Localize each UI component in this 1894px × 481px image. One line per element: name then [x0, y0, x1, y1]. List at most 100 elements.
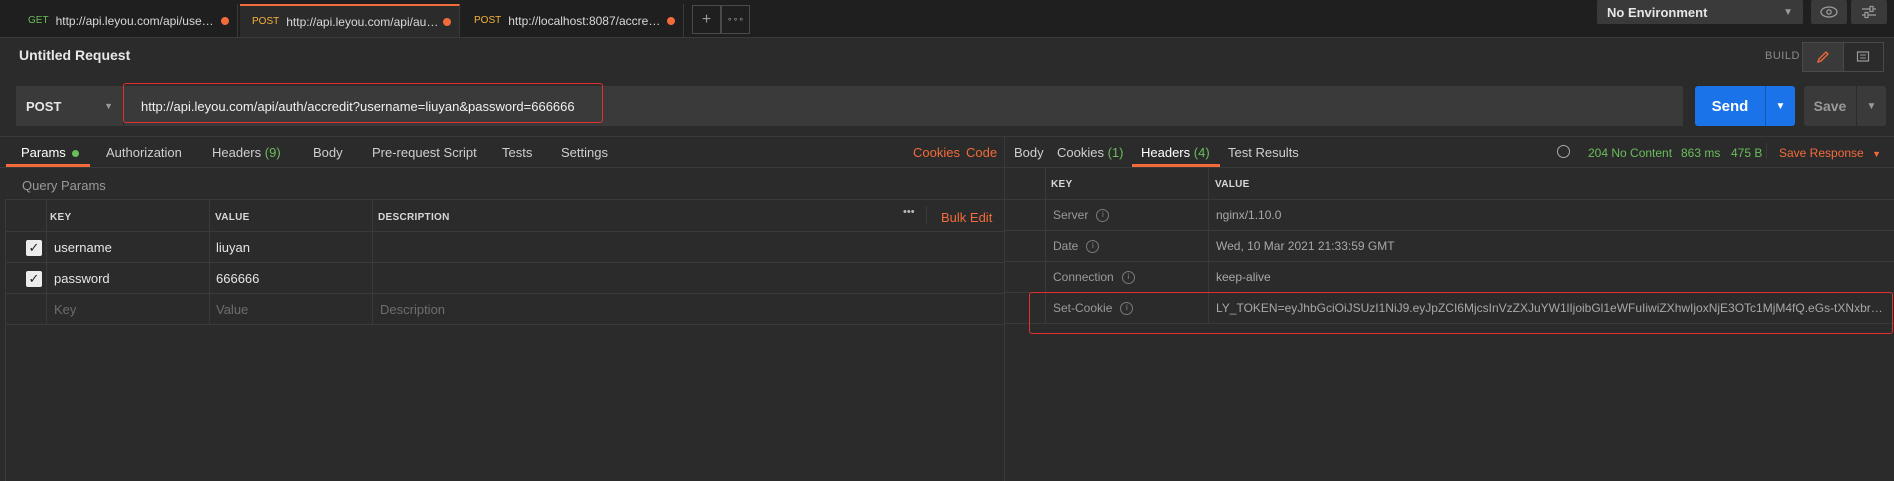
tab-params[interactable]: Params: [21, 145, 80, 160]
send-options-button[interactable]: ▼: [1765, 86, 1795, 126]
request-tab-2[interactable]: POST http://api.leyou.com/api/auth/...: [240, 4, 460, 37]
tab-headers-label: Headers: [212, 145, 262, 160]
comment-icon: [1857, 51, 1870, 62]
unsaved-dot-icon: [221, 16, 229, 25]
bulk-edit-button[interactable]: Bulk Edit: [941, 210, 992, 225]
tab-authorization[interactable]: Authorization: [106, 145, 182, 160]
build-mode-label: BUILD: [1765, 50, 1800, 62]
new-param-value-input[interactable]: Value: [216, 302, 248, 317]
request-tab-1[interactable]: GET http://api.leyou.com/api/user/q...: [16, 4, 238, 37]
tab-url-label: http://api.leyou.com/api/user/q...: [55, 13, 217, 28]
tab-tests[interactable]: Tests: [502, 145, 532, 160]
pane-splitter[interactable]: [1004, 137, 1005, 481]
more-icon: ∘∘∘: [727, 14, 744, 24]
chevron-down-icon: ▼: [1872, 149, 1881, 159]
chevron-down-icon: ▼: [104, 101, 113, 111]
info-icon[interactable]: i: [1121, 270, 1135, 284]
row-divider: [5, 262, 1004, 263]
response-time: 863 ms: [1681, 146, 1721, 160]
set-cookie-highlight-annotation: [1029, 292, 1893, 334]
response-header-value: keep-alive: [1216, 270, 1271, 284]
unsaved-dot-icon: [667, 16, 675, 25]
response-header-value: nginx/1.10.0: [1216, 208, 1282, 222]
tab-method-label: POST: [474, 15, 502, 26]
params-value-header: VALUE: [215, 212, 250, 223]
tab-body[interactable]: Body: [313, 145, 343, 160]
response-tab-headers[interactable]: Headers (4): [1141, 145, 1210, 160]
response-tab-cookies-label: Cookies: [1057, 145, 1104, 160]
response-header-key-label: Server: [1053, 208, 1089, 222]
check-icon: ✓: [28, 271, 40, 286]
param-enabled-checkbox[interactable]: ✓: [26, 240, 42, 256]
chevron-down-icon: ▼: [1775, 100, 1786, 112]
param-value[interactable]: liuyan: [216, 240, 250, 255]
chevron-down-icon: ▼: [1866, 100, 1877, 112]
toolbar-divider: [0, 136, 1894, 137]
method-select[interactable]: POST ▼: [16, 86, 124, 126]
send-button[interactable]: Send: [1695, 86, 1765, 126]
method-label: POST: [26, 98, 62, 114]
response-status: 204 No Content: [1588, 146, 1673, 160]
tab-params-label: Params: [21, 145, 66, 160]
tab-prerequest-script[interactable]: Pre-request Script: [372, 145, 477, 160]
params-more-button[interactable]: •••: [903, 206, 915, 218]
new-tab-button[interactable]: +: [692, 5, 721, 34]
params-description-header: DESCRIPTION: [378, 212, 450, 223]
cookies-link[interactable]: Cookies: [913, 145, 960, 160]
row-divider: [5, 293, 1004, 294]
tab-headers[interactable]: Headers (9): [212, 145, 281, 160]
params-table-top: [5, 199, 1004, 200]
environment-select[interactable]: No Environment ▼: [1597, 0, 1803, 24]
url-highlight-annotation: [123, 83, 603, 123]
save-button[interactable]: Save: [1804, 86, 1856, 126]
param-key[interactable]: username: [54, 240, 112, 255]
plus-icon: +: [701, 10, 712, 28]
response-tab-test-results[interactable]: Test Results: [1228, 145, 1299, 160]
comments-button[interactable]: [1842, 43, 1884, 71]
tab-headers-count: (9): [264, 145, 281, 160]
response-header-key-label: Connection: [1053, 270, 1114, 284]
mode-toggle: [1802, 42, 1884, 72]
tab-options-button[interactable]: ∘∘∘: [721, 5, 750, 34]
info-icon[interactable]: i: [1096, 208, 1110, 222]
new-param-key-input[interactable]: Key: [54, 302, 76, 317]
environment-label: No Environment: [1607, 4, 1708, 20]
sliders-icon: [1862, 5, 1876, 19]
col-divider: [209, 199, 210, 324]
response-headers-count: (4): [1193, 145, 1210, 160]
tab-settings[interactable]: Settings: [561, 145, 608, 160]
request-title[interactable]: Untitled Request: [19, 47, 130, 63]
response-tab-cookies[interactable]: Cookies (1): [1057, 145, 1123, 160]
save-response-button[interactable]: Save Response ▼: [1779, 146, 1881, 160]
response-header-key: Server i: [1053, 208, 1110, 222]
save-response-label: Save Response: [1779, 146, 1864, 160]
params-active-dot-icon: [72, 150, 80, 158]
param-key[interactable]: password: [54, 271, 110, 286]
response-tab-body[interactable]: Body: [1014, 145, 1044, 160]
response-header-key-label: Date: [1053, 239, 1079, 253]
new-param-description-input[interactable]: Description: [380, 302, 445, 317]
response-header-key: Connection i: [1053, 270, 1135, 284]
query-params-title: Query Params: [22, 178, 106, 193]
code-link[interactable]: Code: [966, 145, 997, 160]
response-key-header: KEY: [1051, 179, 1073, 190]
manage-environments-button[interactable]: [1851, 0, 1887, 24]
tab-method-label: GET: [28, 15, 49, 26]
environment-quick-look-button[interactable]: [1811, 0, 1847, 24]
info-icon[interactable]: i: [1086, 239, 1100, 253]
headers-row-divider: [1004, 230, 1894, 231]
edit-mode-button[interactable]: [1803, 43, 1843, 71]
tab-method-label: POST: [252, 16, 280, 27]
param-value[interactable]: 666666: [216, 271, 259, 286]
response-value-header: VALUE: [1215, 179, 1250, 190]
request-tab-3[interactable]: POST http://localhost:8087/accredit?...: [462, 4, 684, 37]
check-icon: ✓: [28, 240, 40, 255]
save-options-button[interactable]: ▼: [1856, 86, 1886, 126]
globe-icon: [1557, 145, 1570, 158]
param-enabled-checkbox[interactable]: ✓: [26, 271, 42, 287]
response-cookies-count: (1): [1107, 145, 1124, 160]
unsaved-dot-icon: [443, 17, 451, 26]
eye-icon: [1820, 6, 1838, 18]
response-header-key: Date i: [1053, 239, 1100, 253]
left-edge: [5, 199, 6, 481]
